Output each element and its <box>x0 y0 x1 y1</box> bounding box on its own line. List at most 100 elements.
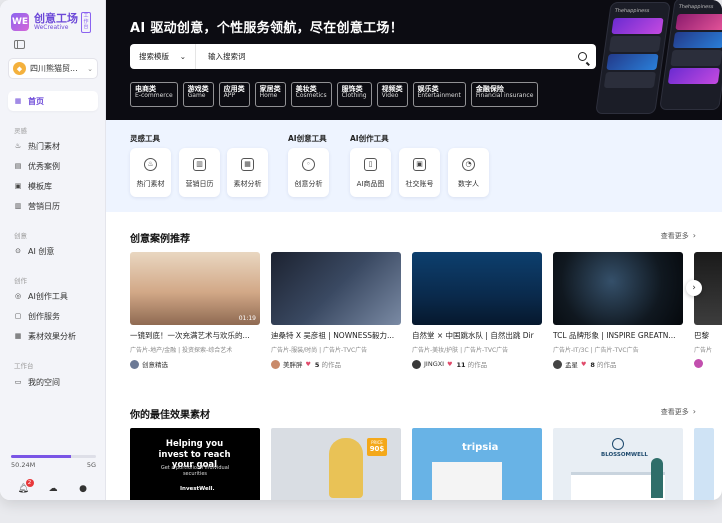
ad-logo-icon <box>612 438 624 450</box>
ad-card-price[interactable]: PRICE 90$ <box>271 428 401 500</box>
case-title[interactable]: TCL 品牌形象 | INSPIRE GREATN... <box>553 330 683 341</box>
sidebar-item-cases[interactable]: ▤ 优秀案例 <box>14 159 60 173</box>
tool-ai-product-image[interactable]: ▯ AI商品图 <box>350 148 391 197</box>
sidebar-item-label: 首页 <box>28 96 44 106</box>
chart-icon: ▦ <box>241 158 254 171</box>
category-ecommerce[interactable]: 电商类 E-commerce <box>130 82 178 107</box>
case-card[interactable]: TCL 品牌形象 | INSPIRE GREATN... 广告片-IT/3C |… <box>553 252 683 369</box>
case-title[interactable]: 自然堂 × 中国跳水队 | 自然出跳 Dir <box>412 330 542 341</box>
case-title[interactable]: 迪桑特 X 吴彦祖 | NOWNESS毅力... <box>271 330 401 341</box>
sidebar-item-services[interactable]: ▢ 创作服务 <box>14 309 60 323</box>
storage-bar <box>11 455 96 458</box>
works-count: 5 的作品 <box>315 359 341 369</box>
category-label-en: Financial insurance <box>475 92 534 100</box>
search-button[interactable] <box>568 52 596 61</box>
sidebar-item-analysis[interactable]: ▦ 素材效果分析 <box>14 329 76 343</box>
case-title[interactable]: 巴黎 <box>694 330 722 341</box>
ad-card-investwell[interactable]: Helping you invest to reach your goal Ge… <box>130 428 260 500</box>
heart-icon: ♥ <box>447 360 453 368</box>
sidebar-item-ai-creative[interactable]: ⊙ AI 创意 <box>14 244 54 258</box>
tool-digital-human[interactable]: ◔ 数字人 <box>448 148 489 197</box>
ad-card-partial[interactable] <box>694 428 714 500</box>
location-pin-icon: ⊙ <box>15 247 21 255</box>
case-tags: 广告片 <box>694 347 713 354</box>
works-count: 8 的作品 <box>590 359 616 369</box>
tool-marketing-calendar[interactable]: ▥ 营销日历 <box>179 148 220 197</box>
bell-icon[interactable]: 🔔︎ 2 <box>18 478 34 495</box>
chevron-right-icon: › <box>692 283 696 293</box>
org-avatar: ◆ <box>13 62 26 75</box>
case-title[interactable]: 一镜到底！一次充满艺术与欢乐的... <box>130 330 260 341</box>
category-label-en: APP <box>223 92 235 100</box>
case-author[interactable]: 孟星 <box>565 359 578 369</box>
cloud-upload-icon[interactable]: ☁ <box>48 484 59 495</box>
sidebar-item-label: 创作服务 <box>28 311 60 321</box>
tools-section-title: AI创作工具 <box>350 134 389 143</box>
case-card[interactable]: 迪桑特 X 吴彦祖 | NOWNESS毅力... 广告片-服装/时尚 | 广告片… <box>271 252 401 369</box>
effects-see-more-link[interactable]: 查看更多 › <box>661 407 696 417</box>
sidebar-section-label: 工作台 <box>14 362 34 370</box>
category-app[interactable]: 应用类 APP <box>218 82 250 107</box>
works-count-value: 11 <box>456 361 466 369</box>
case-thumbnail[interactable] <box>412 252 542 325</box>
org-switcher[interactable]: ◆ 四川熊猫贸... ⌄ <box>8 58 98 79</box>
case-author[interactable]: 美胖胖 <box>283 359 303 369</box>
tool-asset-analysis[interactable]: ▦ 素材分析 <box>227 148 268 197</box>
cases-see-more-link[interactable]: 查看更多 › <box>661 231 696 241</box>
category-label-en: E-commerce <box>135 92 173 100</box>
user-avatar-icon[interactable]: ● <box>78 484 89 495</box>
case-footer <box>694 359 722 368</box>
sidebar-item-home[interactable]: ▦ 首页 <box>8 91 98 111</box>
phone-card <box>608 36 662 52</box>
avatar <box>553 359 562 369</box>
category-home[interactable]: 家居类 Home <box>254 82 286 107</box>
price-tag: PRICE 90$ <box>367 438 387 456</box>
case-author[interactable]: 创意精选 <box>142 359 168 369</box>
phone-title: Thehappiness <box>678 4 714 10</box>
tools-panel: 灵感工具 ♨ 热门素材 ▥ 营销日历 ▦ 素材分析 AI创意工具 ◦ 创意分析 AI创作… <box>106 120 722 212</box>
brand-subtitle: WeCreative <box>34 24 69 32</box>
category-game[interactable]: 游戏类 Game <box>182 82 214 107</box>
tool-creative-analysis[interactable]: ◦ 创意分析 <box>288 148 329 197</box>
sidebar-item-label: 我的空间 <box>28 377 60 387</box>
category-clothing[interactable]: 服饰类 Clothing <box>336 82 372 107</box>
carousel-next-button[interactable]: › <box>686 280 702 296</box>
sidebar-item-ai-tools[interactable]: ◎ AI创作工具 <box>14 289 68 303</box>
phone-mockup: Thehappiness <box>595 2 671 114</box>
case-card[interactable]: 巴黎 广告片 <box>694 252 722 369</box>
sidebar-item-my-space[interactable]: ▭ 我的空间 <box>14 375 60 389</box>
hero-phone-mockups: Thehappiness Thehappiness Thehappiness <box>595 0 722 120</box>
case-thumbnail[interactable] <box>553 252 683 325</box>
brand[interactable]: WE 创意工场 WeCreative 工作台 <box>11 12 91 33</box>
phone-card <box>675 14 722 30</box>
works-label: 的作品 <box>467 361 488 369</box>
ai-avatar-icon: ◔ <box>462 158 475 171</box>
sidebar-item-templates[interactable]: ▣ 模板库 <box>14 179 52 193</box>
category-finance[interactable]: 金融保险 Financial insurance <box>470 82 539 107</box>
ad-card-blossomwell[interactable]: BLOSSOMWELL <box>553 428 683 500</box>
tool-label: AI商品图 <box>356 180 385 188</box>
case-thumbnail[interactable] <box>271 252 401 325</box>
works-count-value: 8 <box>590 361 595 369</box>
sidebar-collapse-icon[interactable] <box>14 40 25 49</box>
case-card[interactable]: 01:19 一镜到底！一次充满艺术与欢乐的... 广告片-地产/金融 | 投资探… <box>130 252 260 369</box>
avatar <box>271 359 280 369</box>
sidebar-item-calendar[interactable]: ▥ 营销日历 <box>14 199 60 213</box>
category-entertainment[interactable]: 娱乐类 Entertainment <box>412 82 466 107</box>
category-cosmetics[interactable]: 美妆类 Cosmetics <box>290 82 332 107</box>
sidebar-item-label: AI 创意 <box>28 246 55 256</box>
case-card[interactable]: 自然堂 × 中国跳水队 | 自然出跳 Dir 广告片-美妆/护肤 | 广告片-T… <box>412 252 542 369</box>
case-footer: 创意精选 <box>130 359 260 369</box>
case-author[interactable]: JINGXI <box>424 360 444 368</box>
tool-hot-assets[interactable]: ♨ 热门素材 <box>130 148 171 197</box>
sidebar-item-hot-assets[interactable]: ♨ 热门素材 <box>14 139 60 153</box>
search-type-select[interactable]: 搜索模版 ⌄ <box>130 44 196 69</box>
case-thumbnail[interactable]: 01:19 <box>130 252 260 325</box>
ad-card-tripsia[interactable]: tripsia <box>412 428 542 500</box>
category-video[interactable]: 视频类 Video <box>376 82 408 107</box>
tool-social-account[interactable]: ▣ 社交账号 <box>399 148 440 197</box>
sidebar-item-label: AI创作工具 <box>28 291 68 301</box>
folder-icon: ▭ <box>14 378 22 386</box>
avatar <box>412 359 421 369</box>
search-input[interactable]: 输入搜索词 <box>196 51 568 62</box>
